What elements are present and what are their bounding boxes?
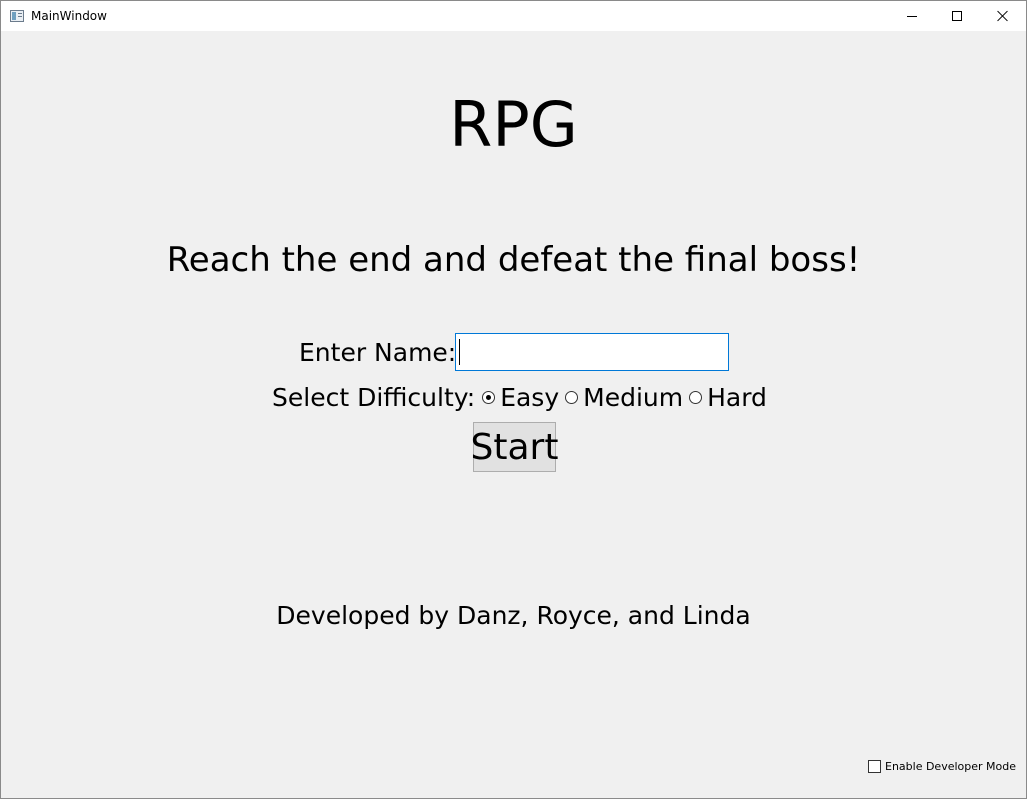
game-subtitle: Reach the end and defeat the final boss! [166,240,861,280]
title-bar[interactable]: MainWindow [1,1,1026,31]
difficulty-option-medium[interactable]: Medium [565,383,683,412]
difficulty-label: Select Difficulty: [272,382,476,412]
minimize-button[interactable] [889,1,935,31]
window-title: MainWindow [31,9,107,23]
close-icon [997,10,1009,22]
developer-mode-toggle[interactable]: Enable Developer Mode [868,760,1016,773]
difficulty-option-label: Hard [707,382,767,412]
name-label: Enter Name: [299,337,457,367]
difficulty-option-label: Medium [583,382,684,412]
difficulty-option-label: Easy [500,382,560,412]
main-window: MainWindow RPG Reach the end and defeat … [0,0,1027,799]
maximize-icon [952,11,962,21]
radio-button-medium[interactable] [565,390,579,404]
difficulty-option-easy[interactable]: Easy [482,383,559,412]
developer-mode-label: Enable Developer Mode [885,760,1017,773]
credits-text: Developed by Danz, Royce, and Linda [276,601,751,630]
name-row: Enter Name: [299,333,729,371]
name-input[interactable] [455,333,729,371]
app-window-icon [10,10,24,22]
close-button[interactable] [980,1,1026,31]
main-content: RPG Reach the end and defeat the final b… [1,31,1026,798]
developer-mode-checkbox[interactable] [868,760,881,773]
minimize-icon [907,15,917,17]
maximize-button[interactable] [934,1,980,31]
start-button[interactable]: Start [471,422,558,472]
difficulty-row: Select Difficulty: Easy Medium Hard [272,380,773,414]
game-title: RPG [449,88,578,161]
radio-button-hard[interactable] [689,390,703,404]
difficulty-option-hard[interactable]: Hard [689,383,767,412]
radio-button-easy[interactable] [482,390,496,404]
